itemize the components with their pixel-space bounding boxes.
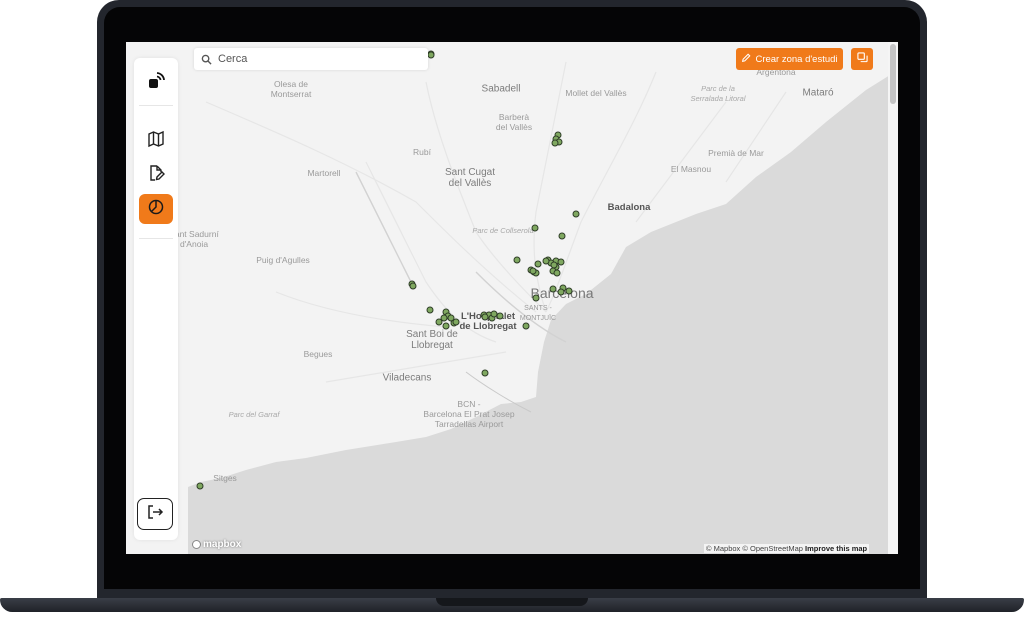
mapbox-logo[interactable]: mapbox — [192, 539, 241, 550]
map-marker[interactable] — [481, 369, 489, 377]
scrollbar-thumb[interactable] — [890, 44, 896, 104]
map-label: Mataró — [802, 87, 834, 99]
map-marker[interactable] — [196, 482, 204, 490]
map-marker[interactable] — [553, 269, 561, 277]
laptop-notch — [436, 598, 588, 606]
map-label: Sitges — [213, 473, 237, 483]
map-marker[interactable] — [513, 256, 521, 264]
map-marker[interactable] — [452, 318, 460, 326]
scrollbar[interactable] — [888, 42, 898, 554]
logout-icon — [146, 503, 164, 526]
map-label: Puig d'Agulles — [256, 255, 310, 265]
map-label: SANTS - MONTJUÏC — [519, 305, 557, 322]
map-label: Sant Boi de Llobregat — [406, 329, 458, 351]
search-icon — [201, 54, 212, 65]
map-label: Sant Cugat del Vallès — [444, 167, 496, 189]
map-marker[interactable] — [490, 310, 498, 318]
edit-document-icon — [147, 164, 165, 187]
map-marker[interactable] — [557, 258, 565, 266]
map-marker[interactable] — [534, 260, 542, 268]
map-attribution: © Mapbox © OpenStreetMap Improve this ma… — [704, 544, 870, 553]
map-marker[interactable] — [529, 267, 537, 275]
layers-icon — [856, 50, 868, 68]
map-marker[interactable] — [572, 210, 580, 218]
create-study-zone-label: Crear zona d'estudi — [755, 53, 838, 65]
sidebar-divider — [139, 238, 173, 239]
sidebar — [134, 58, 178, 540]
app-logo-icon[interactable] — [139, 66, 173, 96]
layers-button[interactable] — [851, 48, 873, 70]
map-label: Martorell — [307, 168, 341, 178]
attribution-text[interactable]: © Mapbox © OpenStreetMap — [706, 544, 803, 553]
map-label: El Masnou — [670, 164, 712, 174]
sidebar-item-map[interactable] — [139, 126, 173, 156]
map-label: Badalona — [607, 202, 651, 213]
logout-button[interactable] — [137, 498, 173, 530]
map-marker[interactable] — [549, 285, 557, 293]
map-marker[interactable] — [551, 139, 559, 147]
map-label: Parc de Collserola — [472, 226, 534, 235]
map-canvas[interactable]: Sabadell Mollet del Vallès Argentona Ole… — [126, 42, 898, 554]
map-marker[interactable] — [496, 312, 504, 320]
map-marker[interactable] — [426, 306, 434, 314]
map-label: BCN - Barcelona El Prat Josep Tarradella… — [423, 399, 515, 429]
map-label: Premià de Mar — [708, 148, 764, 158]
map-marker[interactable] — [442, 322, 450, 330]
map-label: Barberà del Vallès — [495, 112, 533, 132]
map-marker[interactable] — [522, 322, 530, 330]
map-marker[interactable] — [481, 313, 489, 321]
search-box — [194, 48, 428, 70]
create-study-zone-button[interactable]: Crear zona d'estudi — [736, 48, 843, 70]
search-input[interactable] — [218, 53, 418, 65]
app-screen: Sabadell Mollet del Vallès Argentona Ole… — [126, 42, 898, 554]
map-label: Begues — [303, 349, 333, 359]
sidebar-item-edit-document[interactable] — [139, 160, 173, 190]
map-label: Olesa de Montserrat — [270, 79, 312, 99]
map-marker[interactable] — [550, 261, 558, 269]
mapbox-logo-icon — [192, 540, 201, 549]
map-marker[interactable] — [409, 282, 417, 290]
map-label: Viladecans — [382, 372, 432, 384]
map-marker[interactable] — [565, 287, 573, 295]
pie-chart-icon — [147, 198, 165, 221]
map-icon — [147, 130, 165, 153]
map-marker[interactable] — [427, 51, 435, 59]
map-marker[interactable] — [542, 257, 550, 265]
map-label: Parc del Garraf — [228, 410, 280, 419]
sidebar-divider — [139, 105, 173, 106]
improve-map-link[interactable]: Improve this map — [805, 544, 867, 553]
map-marker[interactable] — [557, 288, 565, 296]
map-marker[interactable] — [440, 314, 448, 322]
map-label: Rubí — [413, 147, 431, 157]
map-marker[interactable] — [558, 232, 566, 240]
map-marker[interactable] — [531, 224, 539, 232]
map-marker[interactable] — [532, 294, 540, 302]
map-label: Sabadell — [481, 83, 521, 95]
map-label: Mollet del Vallès — [565, 88, 627, 98]
pencil-icon — [741, 52, 751, 66]
sidebar-item-analytics[interactable] — [139, 194, 173, 224]
map-label: Parc de la Serralada Litoral — [690, 84, 746, 103]
